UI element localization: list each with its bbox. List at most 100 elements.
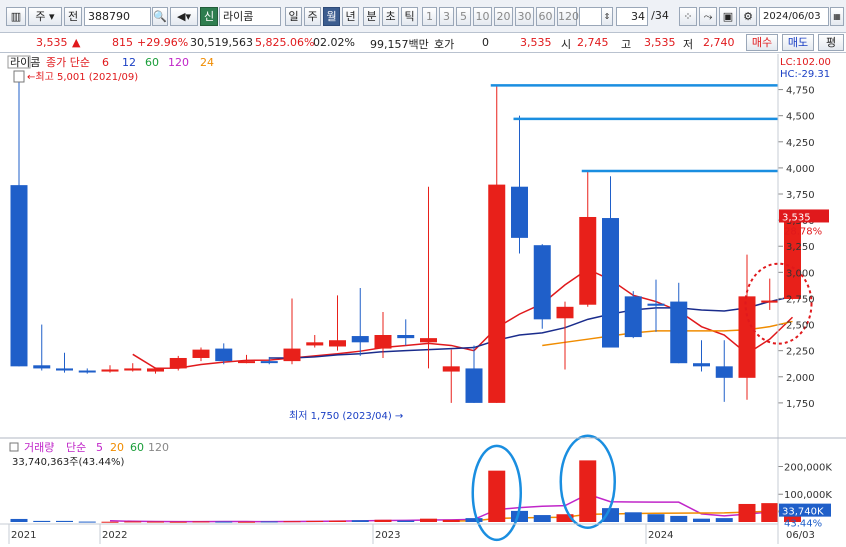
tab-period-day[interactable]: 일 xyxy=(285,7,302,26)
candle-body[interactable] xyxy=(556,306,574,319)
market-type-select[interactable]: 주 ▾ xyxy=(28,7,62,26)
candle-body[interactable] xyxy=(147,368,164,372)
candle-body[interactable] xyxy=(579,216,597,305)
candle-body[interactable] xyxy=(738,296,756,378)
volume-bar[interactable] xyxy=(238,521,255,523)
volume-bar[interactable] xyxy=(147,521,164,523)
candle-body[interactable] xyxy=(374,335,392,349)
volume-bar[interactable] xyxy=(374,519,392,522)
candle-body[interactable] xyxy=(169,357,187,369)
settings-gear-icon[interactable]: ⚙ xyxy=(739,7,757,26)
volume-bar[interactable] xyxy=(351,520,369,522)
volume-bar[interactable] xyxy=(647,514,665,522)
candle-body[interactable] xyxy=(78,370,96,373)
market-scope-button[interactable]: 전 xyxy=(64,7,82,26)
page-counter-input[interactable]: 34 xyxy=(616,7,648,26)
candle-body[interactable] xyxy=(761,300,779,303)
candle-body[interactable] xyxy=(533,245,551,320)
volume-bar[interactable] xyxy=(78,521,96,523)
sound-icon[interactable]: ◀▾ xyxy=(170,7,198,26)
volume-bar[interactable] xyxy=(420,518,437,522)
tab-interval-tick[interactable]: 틱 xyxy=(401,7,418,26)
volume-bar[interactable] xyxy=(715,518,733,522)
minute-option-3[interactable]: 3 xyxy=(439,7,454,26)
volume-bar[interactable] xyxy=(602,508,619,522)
candle-body[interactable] xyxy=(442,366,460,372)
volume-bar[interactable] xyxy=(306,520,324,522)
volume-bar[interactable] xyxy=(169,521,187,523)
candlestick-chart[interactable]: 4,7504,5004,2504,0003,7503,5003,2503,000… xyxy=(0,54,846,544)
date-field[interactable]: 2024/06/03 xyxy=(759,7,829,26)
candle-body[interactable] xyxy=(693,363,710,367)
candle-body[interactable] xyxy=(33,365,51,369)
candle-body[interactable] xyxy=(351,336,369,343)
candle-body[interactable] xyxy=(260,361,278,364)
minute-option-1[interactable]: 1 xyxy=(422,7,437,26)
stock-search-icon[interactable]: 🔍 xyxy=(152,7,168,26)
candle-body[interactable] xyxy=(624,296,642,338)
candle-body[interactable] xyxy=(56,368,73,371)
minute-option-30[interactable]: 30 xyxy=(515,7,534,26)
candle-body[interactable] xyxy=(306,342,324,346)
volume-bar[interactable] xyxy=(101,521,119,523)
minute-option-10[interactable]: 10 xyxy=(473,7,492,26)
minute-option-120[interactable]: 120 xyxy=(557,7,579,26)
volume-bar[interactable] xyxy=(10,518,28,522)
candle-body[interactable] xyxy=(647,303,665,306)
candle-body[interactable] xyxy=(215,348,233,362)
interval-stepper-icon[interactable]: ⇕ xyxy=(601,7,613,26)
calendar-icon[interactable]: ▦ xyxy=(830,7,844,26)
volume-bar[interactable] xyxy=(442,519,460,522)
candle-body[interactable] xyxy=(465,368,483,403)
tab-period-month[interactable]: 월 xyxy=(323,7,340,26)
volume-bar[interactable] xyxy=(693,518,710,522)
minute-option-60[interactable]: 60 xyxy=(536,7,555,26)
candle-body[interactable] xyxy=(397,335,415,339)
candle-body[interactable] xyxy=(10,185,28,367)
volume-bar[interactable] xyxy=(33,520,51,522)
volume-bar[interactable] xyxy=(192,521,210,523)
volume-bar[interactable] xyxy=(215,521,233,523)
eval-button[interactable]: 평 xyxy=(818,34,844,51)
volume-panel-menu-icon[interactable] xyxy=(9,442,19,452)
volume-bar[interactable] xyxy=(579,460,597,522)
save-icon[interactable]: ▣ xyxy=(719,7,737,26)
tab-interval-second[interactable]: 초 xyxy=(382,7,399,26)
candle-body[interactable] xyxy=(124,368,142,371)
volume-bar[interactable] xyxy=(465,518,483,522)
line-tool-icon[interactable]: ⤳ xyxy=(699,7,717,26)
chart-menu-icon[interactable]: ▥ xyxy=(6,7,26,26)
candle-body[interactable] xyxy=(602,218,619,348)
volume-bar[interactable] xyxy=(488,470,506,522)
volume-bar[interactable] xyxy=(124,521,142,523)
volume-bar[interactable] xyxy=(56,520,73,522)
volume-bar[interactable] xyxy=(624,512,642,522)
tab-period-week[interactable]: 주 xyxy=(304,7,321,26)
candle-body[interactable] xyxy=(101,369,119,372)
volume-bar[interactable] xyxy=(533,515,551,522)
volume-bar[interactable] xyxy=(738,503,756,522)
candle-body[interactable] xyxy=(329,340,346,347)
candle-body[interactable] xyxy=(670,301,688,364)
stock-name-field[interactable]: 라이콤 xyxy=(219,7,281,26)
volume-bar[interactable] xyxy=(329,520,346,522)
minute-option-20[interactable]: 20 xyxy=(494,7,513,26)
volume-bar[interactable] xyxy=(670,515,688,522)
minute-option-5[interactable]: 5 xyxy=(456,7,471,26)
grid-icon[interactable]: ⁘ xyxy=(679,7,697,26)
volume-bar[interactable] xyxy=(260,521,278,523)
candle-body[interactable] xyxy=(488,184,506,403)
buy-button[interactable]: 매수 xyxy=(746,34,778,51)
tab-period-year[interactable]: 년 xyxy=(342,7,359,26)
volume-bar[interactable] xyxy=(761,503,779,522)
volume-bar[interactable] xyxy=(397,520,415,522)
candle-body[interactable] xyxy=(238,361,255,364)
candle-body[interactable] xyxy=(511,186,528,238)
stock-code-input[interactable]: 388790 xyxy=(84,7,151,26)
volume-bar[interactable] xyxy=(283,521,301,523)
tab-interval-minute[interactable]: 분 xyxy=(363,7,380,26)
candle-body[interactable] xyxy=(283,348,301,362)
candle-body[interactable] xyxy=(192,349,210,358)
sell-button[interactable]: 매도 xyxy=(782,34,814,51)
candle-body[interactable] xyxy=(715,366,733,378)
